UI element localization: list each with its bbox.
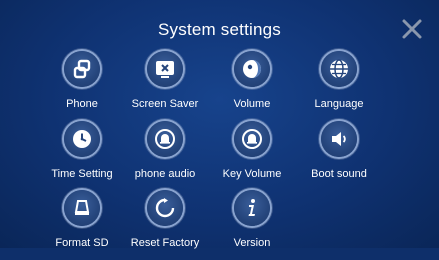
tile-label: Language	[314, 98, 364, 110]
settings-screen: System settings Phone Screen Saver Volum…	[0, 0, 439, 249]
tile-language[interactable]: Language	[289, 51, 389, 121]
tile-label: Volume	[233, 98, 271, 110]
screen-saver-icon	[156, 61, 174, 78]
close-button[interactable]	[399, 16, 425, 42]
tile-boot-sound[interactable]: Boot sound	[289, 121, 389, 191]
tile-phone-audio[interactable]: phone audio	[115, 121, 215, 191]
info-icon	[248, 199, 255, 216]
tile-key-volume[interactable]: Key Volume	[202, 121, 302, 191]
tile-label: Key Volume	[222, 168, 282, 180]
close-icon	[402, 19, 422, 39]
volume-icon	[243, 60, 261, 78]
tile-label: phone audio	[134, 168, 196, 180]
tile-label: Screen Saver	[131, 98, 199, 110]
page-title: System settings	[158, 20, 281, 39]
clock-icon	[73, 130, 91, 148]
tile-screen-saver[interactable]: Screen Saver	[115, 51, 215, 121]
format-icon	[74, 200, 90, 215]
tile-label: Reset Factory	[130, 237, 200, 249]
globe-icon	[330, 59, 348, 79]
tile-reset-factory[interactable]: Reset Factory	[115, 190, 215, 260]
tile-label: Version	[233, 237, 271, 249]
bell-icon	[155, 129, 175, 149]
phone-link-icon	[73, 59, 91, 79]
reset-icon	[155, 198, 175, 218]
speaker-icon	[332, 132, 346, 146]
tile-volume[interactable]: Volume	[202, 51, 302, 121]
tile-label: Boot sound	[311, 168, 367, 180]
tile-version[interactable]: Version	[202, 190, 302, 260]
bell-icon	[242, 129, 262, 149]
